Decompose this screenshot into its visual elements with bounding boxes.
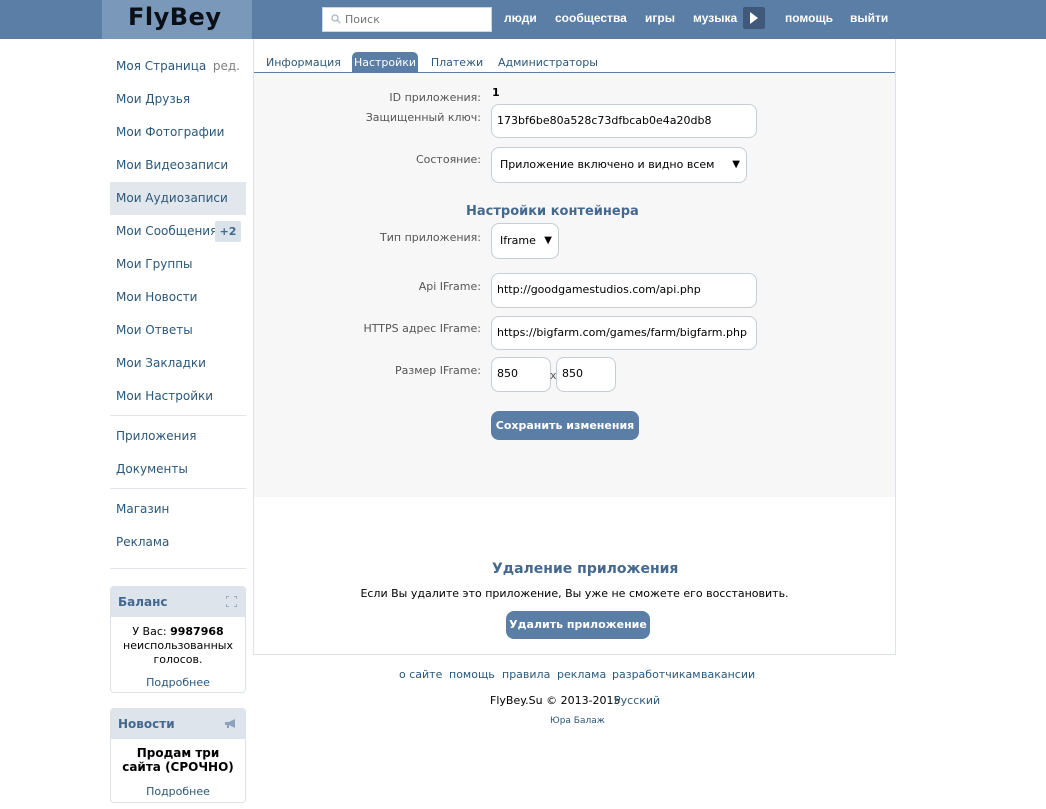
messages-count-badge: +2 [215, 221, 241, 242]
secret-key-field[interactable]: 173bf6be80a528c73dfbcab0e4a20db8 [491, 104, 757, 138]
app-type-selected: Iframe [500, 234, 536, 247]
sidebar-item-shop[interactable]: Магазин [110, 493, 246, 526]
search-box[interactable] [322, 7, 492, 32]
news-title: Новости [118, 717, 175, 731]
nav-people[interactable]: люди [504, 11, 537, 25]
nav-logout[interactable]: выйти [850, 11, 888, 25]
music-play-button[interactable] [743, 7, 765, 29]
footer-help[interactable]: помощь [449, 668, 495, 681]
balance-text: У Вас: 9987968 неиспользованных голосов. [117, 625, 239, 667]
sidebar-item-my-page[interactable]: Моя Страница ред. [110, 50, 246, 83]
api-iframe-field[interactable]: http://goodgamestudios.com/api.php [491, 273, 757, 308]
sidebar-item-label: Мои Настройки [116, 389, 214, 403]
site-logo[interactable]: FlyBey [128, 3, 221, 31]
https-iframe-label: HTTPS адрес IFrame: [363, 322, 482, 335]
balance-title: Баланс [118, 595, 168, 609]
sidebar-item-news[interactable]: Мои Новости [110, 281, 246, 314]
state-select[interactable]: Приложение включено и видно всем ▼ [491, 147, 747, 183]
tab-payments[interactable]: Платежи [430, 52, 484, 73]
sidebar-item-label: Мои Видеозаписи [116, 158, 229, 172]
app-type-label: Тип приложения: [380, 231, 481, 244]
footer-about[interactable]: о сайте [399, 668, 442, 681]
tab-administrators[interactable]: Администраторы [498, 52, 598, 73]
sidebar-item-answers[interactable]: Мои Ответы [110, 314, 246, 347]
sidebar-divider [110, 488, 246, 489]
nav-help[interactable]: помощь [785, 11, 833, 25]
delete-app-title: Удаление приложения [492, 561, 679, 577]
footer-vacancies[interactable]: вакансии [701, 668, 755, 681]
news-box: Новости Продам три сайта (СРОЧНО) Подроб… [110, 708, 246, 803]
sidebar-divider [110, 415, 246, 416]
expand-icon[interactable] [226, 596, 237, 607]
sidebar-item-label: Моя Страница [116, 59, 207, 73]
delete-app-note: Если Вы удалите это приложение, Вы уже н… [360, 587, 789, 600]
balance-more-link[interactable]: Подробнее [117, 676, 239, 689]
sidebar-item-friends[interactable]: Мои Друзья [110, 83, 246, 116]
balance-amount: 9987968 [170, 625, 224, 638]
app-id-label: ID приложения: [389, 91, 481, 104]
sidebar-item-ads[interactable]: Реклама [110, 526, 246, 559]
news-box-header: Новости [111, 709, 245, 739]
iframe-width-field[interactable]: 850 [491, 357, 551, 392]
sidebar-item-audio[interactable]: Мои Аудиозаписи [110, 182, 246, 215]
megaphone-icon [225, 719, 235, 728]
sidebar-item-apps[interactable]: Приложения [110, 420, 246, 453]
footer-rules[interactable]: правила [502, 668, 550, 681]
tab-information[interactable]: Информация [266, 52, 341, 73]
sidebar-item-label: Приложения [116, 429, 197, 443]
sidebar-item-label: Реклама [116, 535, 170, 549]
sidebar-item-label: Мои Друзья [116, 92, 191, 106]
sidebar-item-groups[interactable]: Мои Группы [110, 248, 246, 281]
sidebar-item-photos[interactable]: Мои Фотографии [110, 116, 246, 149]
iframe-size-label: Размер IFrame: [395, 364, 481, 377]
news-more-link[interactable]: Подробнее [117, 785, 239, 798]
news-headline[interactable]: Продам три сайта (СРОЧНО) [117, 746, 239, 774]
sidebar-item-label: Мои Закладки [116, 356, 206, 370]
state-label: Состояние: [415, 153, 481, 166]
nav-games[interactable]: игры [645, 11, 675, 25]
play-icon [750, 12, 758, 24]
api-iframe-label: Api IFrame: [418, 280, 481, 293]
sidebar-item-label: Документы [116, 462, 188, 476]
chevron-down-icon: ▼ [544, 235, 552, 246]
nav-music[interactable]: музыка [693, 11, 737, 25]
sidebar-item-videos[interactable]: Мои Видеозаписи [110, 149, 246, 182]
balance-prefix: У Вас: [132, 625, 167, 638]
chevron-down-icon: ▼ [732, 159, 740, 170]
search-icon [331, 14, 341, 24]
footer-copyright: FlyBey.Su © 2013-2015 [490, 694, 621, 707]
https-iframe-field[interactable]: https://bigfarm.com/games/farm/bigfarm.p… [491, 316, 757, 350]
edit-link[interactable]: ред. [213, 50, 240, 83]
sidebar-item-settings[interactable]: Мои Настройки [110, 380, 246, 413]
balance-box: Баланс У Вас: 9987968 неиспользованных г… [110, 586, 246, 693]
balance-suffix: неиспользованных голосов. [123, 639, 233, 666]
tab-settings[interactable]: Настройки [352, 52, 418, 73]
search-input[interactable] [345, 8, 485, 31]
sidebar-divider [110, 568, 246, 569]
language-link[interactable]: Русский [614, 694, 660, 707]
footer-ads[interactable]: реклама [557, 668, 606, 681]
balance-box-header: Баланс [111, 587, 245, 617]
sidebar-item-label: Мои Аудиозаписи [116, 191, 228, 205]
app-id-value: 1 [492, 86, 500, 99]
sidebar-item-label: Мои Группы [116, 257, 193, 271]
sidebar-item-label: Мои Ответы [116, 323, 193, 337]
sidebar-item-label: Мои Фотографии [116, 125, 225, 139]
state-selected: Приложение включено и видно всем [500, 158, 715, 171]
iframe-height-field[interactable]: 850 [556, 357, 616, 392]
sidebar-item-documents[interactable]: Документы [110, 453, 246, 486]
sidebar-item-label: Магазин [116, 502, 170, 516]
secret-key-label: Защищенный ключ: [365, 111, 481, 124]
sidebar-item-label: Мои Сообщения [116, 224, 218, 238]
footer-developers[interactable]: разработчикам [612, 668, 701, 681]
container-settings-title: Настройки контейнера [466, 204, 639, 219]
save-changes-button[interactable]: Сохранить изменения [491, 411, 639, 440]
nav-communities[interactable]: сообщества [555, 11, 627, 25]
footer-author[interactable]: Юра Балаж [550, 716, 605, 726]
sidebar-item-label: Мои Новости [116, 290, 198, 304]
app-type-select[interactable]: Iframe ▼ [491, 223, 559, 259]
delete-app-button[interactable]: Удалить приложение [506, 611, 650, 639]
sidebar-item-messages[interactable]: Мои Сообщения +2 [110, 215, 246, 248]
sidebar-item-bookmarks[interactable]: Мои Закладки [110, 347, 246, 380]
